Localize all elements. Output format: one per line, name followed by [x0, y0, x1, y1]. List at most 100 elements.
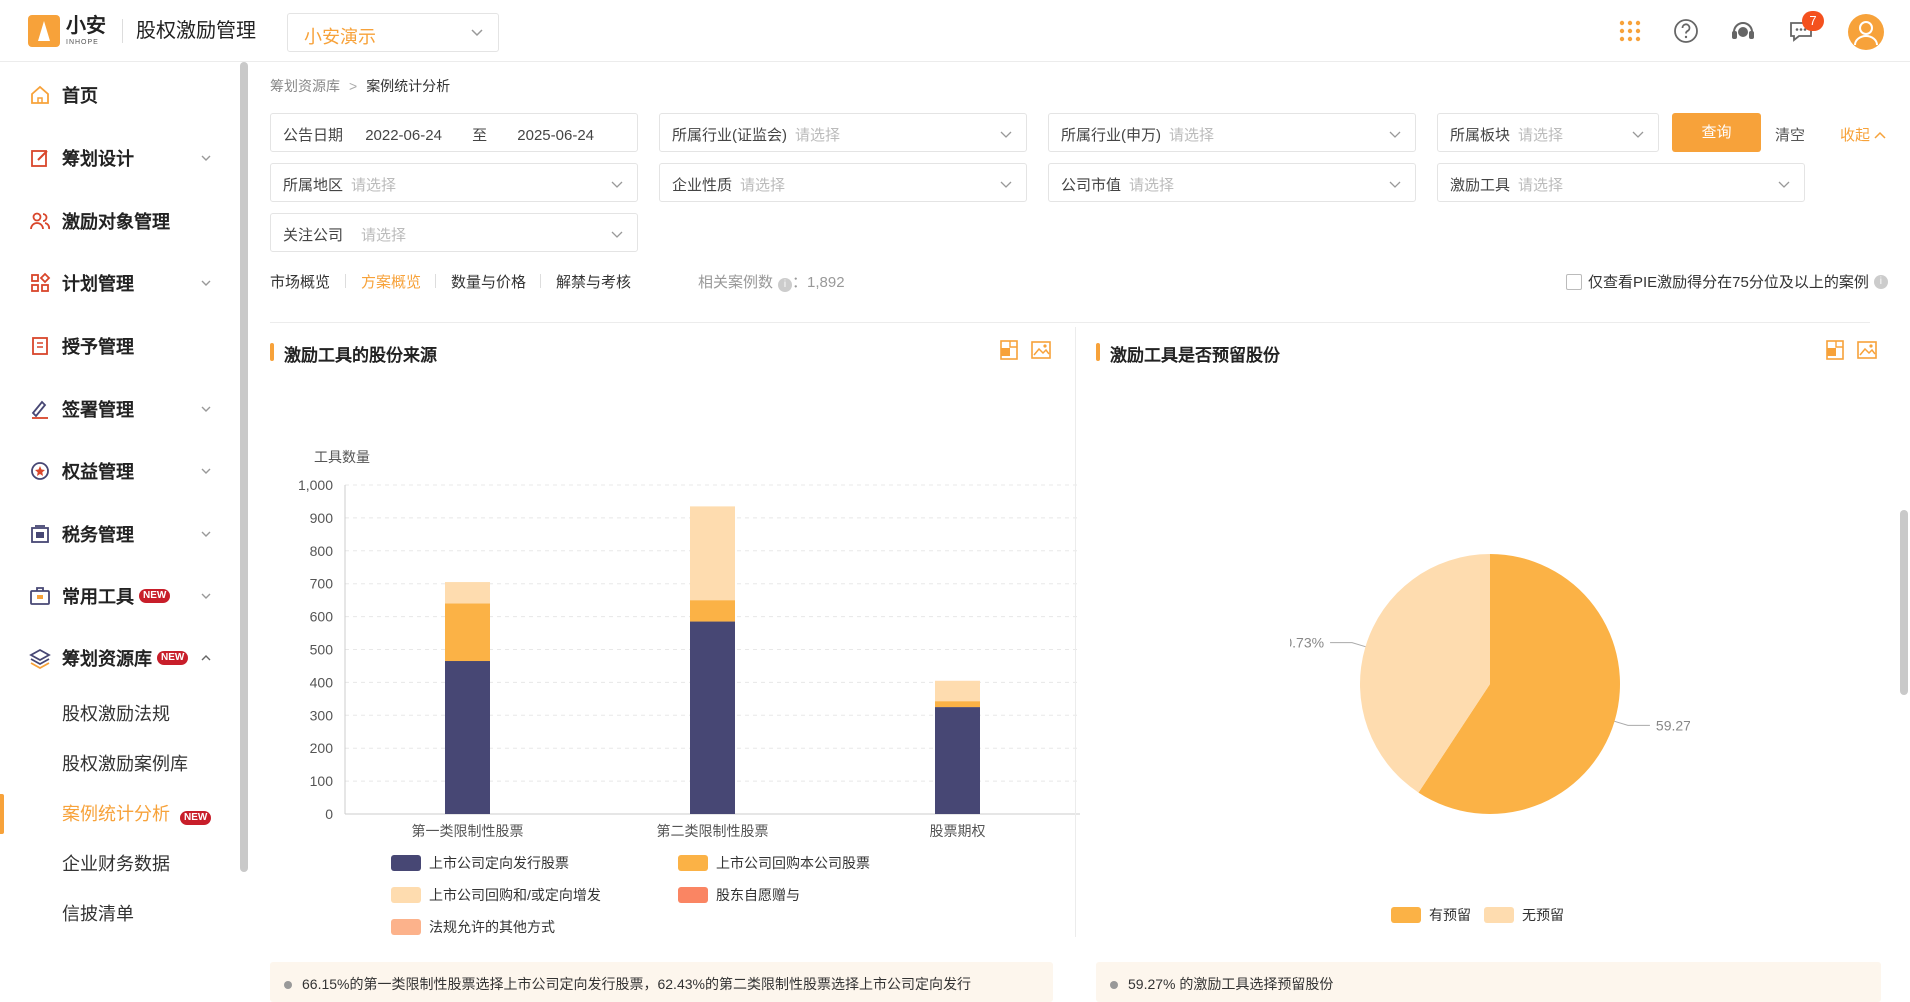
- export-excel-icon[interactable]: [1824, 339, 1846, 361]
- filter-placeholder: 请选择: [1518, 177, 1564, 194]
- market-cap-select[interactable]: 公司市值 请选择: [1048, 163, 1416, 202]
- filter-placeholder: 请选择: [351, 177, 397, 194]
- layers-icon: [28, 646, 52, 670]
- sidebar-subitem-regulations[interactable]: 股权激励法规: [0, 694, 240, 734]
- legend-item[interactable]: 上市公司回购本公司股票: [678, 853, 870, 873]
- legend-swatch: [678, 855, 708, 871]
- sidebar-item-planning[interactable]: 筹划设计: [0, 138, 240, 178]
- avatar[interactable]: [1848, 14, 1884, 50]
- follow-company-select[interactable]: 关注公司 请选择: [270, 213, 638, 252]
- sidebar-item-common-tools[interactable]: 常用工具 NEW: [0, 576, 240, 616]
- bar-segment: [935, 701, 980, 708]
- legend-label: 无预留: [1522, 907, 1564, 923]
- bar-segment: [445, 603, 490, 662]
- export-image-icon[interactable]: [1030, 339, 1052, 361]
- filter-placeholder: 请选择: [1169, 127, 1215, 144]
- note-text: 66.15%的第一类限制性股票选择上市公司定向发行股票，62.43%的第二类限制…: [302, 976, 971, 992]
- export-image-icon[interactable]: [1856, 339, 1878, 361]
- sidebar-item-label: 权益管理: [62, 462, 134, 482]
- pie-data-label: 40.73%: [1290, 635, 1324, 651]
- y-tick-label: 700: [310, 576, 334, 592]
- help-icon[interactable]: [1672, 17, 1700, 45]
- filter-placeholder: 请选择: [795, 127, 841, 144]
- info-icon[interactable]: i: [778, 278, 793, 292]
- sidebar-subitem-case-library[interactable]: 股权激励案例库: [0, 744, 240, 784]
- chevron-down-icon: [611, 181, 623, 188]
- apps-grid-icon[interactable]: [1616, 17, 1644, 45]
- industry-sw-select[interactable]: 所属行业(申万) 请选择: [1048, 113, 1416, 152]
- tab-market-overview[interactable]: 市场概览: [270, 271, 330, 292]
- grid-icon: [28, 271, 52, 295]
- sidebar-subitem-case-statistics[interactable]: 案例统计分析 NEW: [0, 794, 240, 834]
- chevron-down-icon: [1000, 181, 1012, 188]
- chevron-down-icon: [1778, 181, 1790, 188]
- case-count-value: 1,892: [807, 274, 845, 291]
- sidebar: 首页 筹划设计 激励对象管理 计划管理 授予管理 签署管理 权益管理 税务管理 …: [0, 62, 250, 935]
- sidebar-item-home[interactable]: 首页: [0, 75, 240, 115]
- bar-segment: [690, 621, 735, 814]
- sidebar-scrollbar[interactable]: [240, 62, 248, 872]
- legend-item[interactable]: 无预留: [1484, 905, 1564, 925]
- region-select[interactable]: 所属地区 请选择: [270, 163, 638, 202]
- logo[interactable]: 小安 INHOPE: [28, 15, 106, 47]
- y-tick-label: 0: [325, 806, 333, 822]
- legend-item[interactable]: 上市公司回购和/或定向增发: [391, 885, 601, 905]
- chevron-up-icon: [1874, 131, 1886, 139]
- y-tick-label: 600: [310, 609, 334, 625]
- legend-swatch: [391, 919, 421, 935]
- legend-swatch: [391, 887, 421, 903]
- tax-icon: [28, 522, 52, 546]
- new-tag: NEW: [139, 589, 171, 603]
- org-select[interactable]: 小安演示: [287, 13, 499, 52]
- sidebar-item-equity-management[interactable]: 权益管理: [0, 451, 240, 491]
- company-type-select[interactable]: 企业性质 请选择: [659, 163, 1027, 202]
- date-to[interactable]: 2025-06-24: [517, 127, 594, 144]
- collapse-button[interactable]: 收起: [1840, 124, 1886, 145]
- query-button[interactable]: 查询: [1672, 113, 1761, 152]
- breadcrumb-parent[interactable]: 筹划资源库: [270, 78, 340, 94]
- info-icon[interactable]: i: [1873, 274, 1888, 289]
- reserve-pie-chart: 59.27% 40.73%: [1290, 554, 1690, 814]
- sidebar-item-tax-management[interactable]: 税务管理: [0, 514, 240, 554]
- filter-label: 激励工具: [1450, 177, 1511, 194]
- sidebar-item-grant-management[interactable]: 授予管理: [0, 326, 240, 366]
- sign-icon: [28, 397, 52, 421]
- chevron-down-icon: [1000, 131, 1012, 138]
- sidebar-item-plan-management[interactable]: 计划管理: [0, 263, 240, 303]
- tab-unlock-assessment[interactable]: 解禁与考核: [556, 271, 631, 292]
- tab-plan-overview[interactable]: 方案概览: [361, 271, 421, 292]
- main-scrollbar[interactable]: [1900, 510, 1908, 695]
- customer-service-icon[interactable]: [1729, 17, 1757, 45]
- industry-csrc-select[interactable]: 所属行业(证监会) 请选择: [659, 113, 1027, 152]
- checkbox[interactable]: [1566, 273, 1582, 290]
- y-tick-label: 300: [310, 707, 334, 723]
- legend-item[interactable]: 股东自愿赠与: [678, 885, 800, 905]
- filter-label: 所属行业(申万): [1061, 127, 1161, 144]
- legend-label: 有预留: [1429, 907, 1471, 923]
- sidebar-item-incentive-targets[interactable]: 激励对象管理: [0, 201, 240, 241]
- pie-filter-checkbox[interactable]: 仅查看PIE激励得分在75分位及以上的案例 i: [1566, 271, 1888, 292]
- sidebar-subitem-financial-data[interactable]: 企业财务数据: [0, 844, 240, 884]
- sidebar-item-sign-management[interactable]: 签署管理: [0, 389, 240, 429]
- clear-button[interactable]: 清空: [1775, 124, 1805, 145]
- sidebar-subitem-disclosure-list[interactable]: 信披清单: [0, 894, 240, 934]
- incentive-tool-select[interactable]: 激励工具 请选择: [1437, 163, 1805, 202]
- board-select[interactable]: 所属板块 请选择: [1437, 113, 1659, 152]
- sidebar-item-label: 首页: [62, 86, 98, 106]
- legend-item[interactable]: 有预留: [1391, 905, 1471, 925]
- date-from[interactable]: 2022-06-24: [365, 127, 442, 144]
- sidebar-item-resource-library[interactable]: 筹划资源库 NEW: [0, 638, 240, 678]
- bullet-icon: [284, 981, 292, 990]
- bar-segment: [935, 707, 980, 814]
- tab-quantity-price[interactable]: 数量与价格: [451, 271, 526, 292]
- export-excel-icon[interactable]: [998, 339, 1020, 361]
- y-axis-title: 工具数量: [314, 449, 370, 465]
- breadcrumb-separator-icon: >: [349, 78, 358, 94]
- y-tick-label: 500: [310, 642, 334, 658]
- pie-data-label: 59.27%: [1656, 717, 1690, 733]
- legend-item[interactable]: 上市公司定向发行股票: [391, 853, 569, 873]
- pie-label-line: [1330, 642, 1366, 648]
- legend-item[interactable]: 法规允许的其他方式: [391, 917, 555, 937]
- date-range-filter[interactable]: 公告日期 2022-06-24 至 2025-06-24: [270, 113, 638, 152]
- filter-label: 关注公司: [283, 227, 344, 244]
